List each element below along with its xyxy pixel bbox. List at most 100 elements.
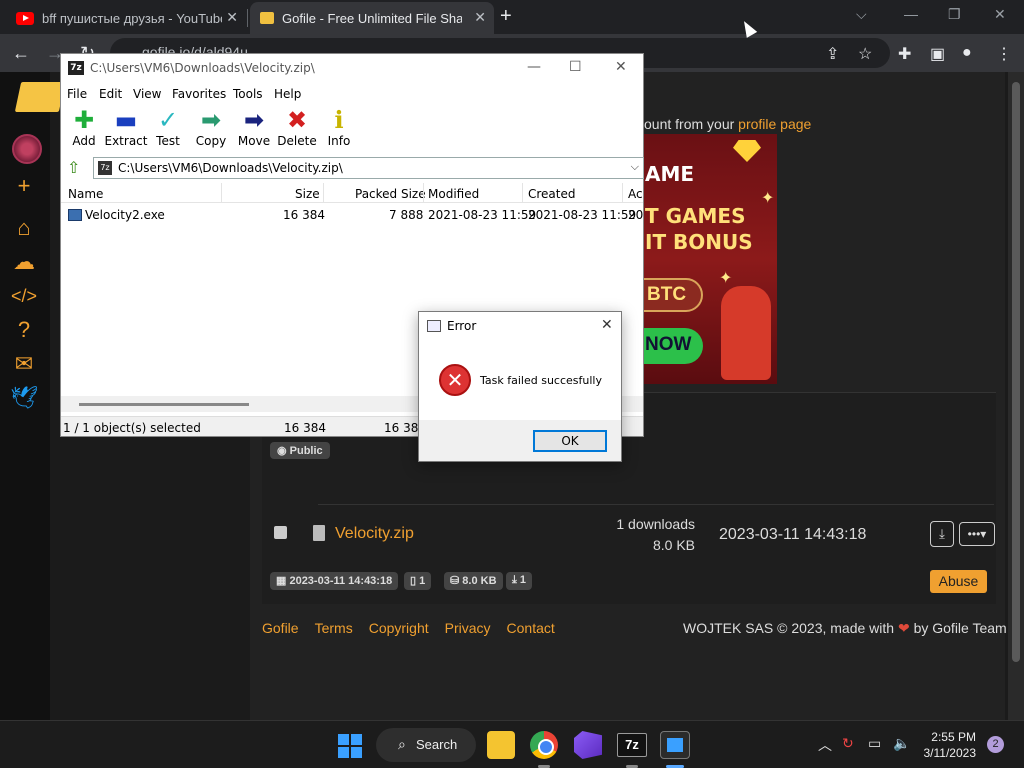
close-icon[interactable]: ✕ xyxy=(615,59,627,75)
footer-link-gofile[interactable]: Gofile xyxy=(262,620,299,636)
tab-separator xyxy=(247,9,248,27)
mail-icon[interactable]: ✉ xyxy=(10,350,38,378)
download-button[interactable]: ⤓ xyxy=(930,521,954,547)
menu-tools[interactable]: Tools xyxy=(233,87,263,101)
visual-studio-icon[interactable] xyxy=(574,731,602,759)
meta-date-badge: ▦ 2023-03-11 14:43:18 xyxy=(270,572,399,590)
table-row[interactable]: Velocity2.exe 16 384 7 888 2021-08-23 11… xyxy=(61,206,643,224)
tab-search-chevron-icon[interactable]: ⌵ xyxy=(856,6,867,23)
7zip-app-icon: 7z xyxy=(68,61,84,75)
code-icon[interactable]: </> xyxy=(10,282,38,310)
menu-file[interactable]: File xyxy=(67,87,87,101)
tab-gofile[interactable]: Gofile - Free Unlimited File Sharin ✕ xyxy=(250,2,494,34)
footer-link-contact[interactable]: Contact xyxy=(507,620,555,636)
file-explorer-icon[interactable] xyxy=(487,731,515,759)
tab-close-icon[interactable]: ✕ xyxy=(474,9,486,26)
menu-kebab-icon[interactable]: ⋮ xyxy=(996,44,1012,64)
maximize-icon[interactable]: ☐ xyxy=(569,59,582,75)
bookmark-star-icon[interactable]: ☆ xyxy=(858,44,872,64)
profile-page-link[interactable]: profile page xyxy=(738,116,811,132)
advertisement-banner[interactable]: AME T GAMES IT BONUS BTC NOW ✦ ✦ xyxy=(643,134,777,384)
7zip-title-bar[interactable]: 7z C:\Users\VM6\Downloads\Velocity.zip\ … xyxy=(61,54,643,82)
7zip-path-field[interactable]: 7z C:\Users\VM6\Downloads\Velocity.zip\ … xyxy=(93,157,644,179)
column-packed-size[interactable]: Packed Size xyxy=(355,187,426,201)
more-options-button[interactable]: •••▾ xyxy=(959,522,995,546)
zip-file-icon xyxy=(313,525,325,541)
chrome-icon[interactable] xyxy=(530,731,558,759)
column-separator[interactable] xyxy=(522,183,523,203)
row-size: 16 384 xyxy=(283,208,325,222)
gofile-logo[interactable] xyxy=(14,82,66,112)
column-separator[interactable] xyxy=(221,183,222,203)
share-icon[interactable]: ⇪ xyxy=(826,44,839,64)
move-icon: ➡ xyxy=(243,106,265,134)
tab-close-icon[interactable]: ✕ xyxy=(226,9,238,26)
close-icon[interactable]: ✕ xyxy=(601,317,613,333)
7zip-list-header: Name Size Packed Size Modified Created A… xyxy=(61,183,643,203)
up-folder-icon[interactable]: ⇧ xyxy=(67,158,85,178)
minimize-icon[interactable]: — xyxy=(904,6,918,22)
row-accessed: 20 xyxy=(628,208,644,222)
clock-date[interactable]: 3/11/2023 xyxy=(920,746,977,760)
copyright-text: WOJTEK SAS © 2023, made with ❤ by Gofile… xyxy=(683,620,1007,636)
test-icon: ✓ xyxy=(157,106,179,134)
page-scrollbar[interactable] xyxy=(1008,72,1024,720)
add-button[interactable]: ✚ Add xyxy=(61,106,107,148)
column-name[interactable]: Name xyxy=(68,187,103,201)
status-selected: 1 / 1 object(s) selected xyxy=(63,421,201,435)
extensions-icon[interactable]: ✚ xyxy=(898,44,911,64)
network-icon[interactable]: ▭ xyxy=(868,735,881,752)
column-accessed[interactable]: Ac xyxy=(628,187,643,201)
column-modified[interactable]: Modified xyxy=(428,187,479,201)
error-icon: ✕ xyxy=(439,364,471,396)
clock-time[interactable]: 2:55 PM xyxy=(924,730,976,744)
app-window-icon[interactable] xyxy=(660,731,690,759)
ok-button[interactable]: OK xyxy=(533,430,607,452)
column-separator[interactable] xyxy=(323,183,324,203)
volume-icon[interactable]: 🔈 xyxy=(893,735,910,752)
back-arrow-icon[interactable]: ← xyxy=(12,43,30,64)
menu-edit[interactable]: Edit xyxy=(99,87,122,101)
avatar[interactable] xyxy=(12,134,42,164)
footer-link-copyright[interactable]: Copyright xyxy=(369,620,429,636)
close-window-icon[interactable]: ✕ xyxy=(994,6,1006,23)
extract-button[interactable]: ▬ Extract xyxy=(103,106,149,148)
side-panel-icon[interactable]: ▣ xyxy=(930,44,945,64)
move-button[interactable]: ➡ Move xyxy=(231,106,277,148)
menu-favorites[interactable]: Favorites xyxy=(172,87,226,101)
scrollbar-thumb[interactable] xyxy=(79,403,249,406)
help-icon[interactable]: ? xyxy=(10,316,38,344)
copy-button[interactable]: ➡ Copy xyxy=(188,106,234,148)
footer-link-privacy[interactable]: Privacy xyxy=(445,620,491,636)
new-tab-icon[interactable]: + xyxy=(500,5,512,28)
column-created[interactable]: Created xyxy=(528,187,576,201)
scrollbar-thumb[interactable] xyxy=(1012,82,1020,662)
menu-help[interactable]: Help xyxy=(274,87,301,101)
chevron-up-icon[interactable]: ︿ xyxy=(818,735,832,755)
home-icon[interactable]: ⌂ xyxy=(10,214,38,242)
delete-button[interactable]: ✖ Delete xyxy=(274,106,320,148)
abuse-button[interactable]: Abuse xyxy=(930,570,987,593)
info-button[interactable]: ℹ Info xyxy=(316,106,362,148)
footer-link-terms[interactable]: Terms xyxy=(315,620,353,636)
twitter-icon[interactable]: 🕊 xyxy=(10,384,38,412)
minimize-icon[interactable]: — xyxy=(527,59,541,75)
plus-icon[interactable]: + xyxy=(10,172,38,200)
7zip-taskbar-icon[interactable]: 7z xyxy=(617,733,647,757)
column-size[interactable]: Size xyxy=(295,187,320,201)
file-select-checkbox[interactable] xyxy=(274,526,287,539)
notification-badge[interactable]: 2 xyxy=(987,736,1004,753)
menu-view[interactable]: View xyxy=(133,87,161,101)
update-icon[interactable]: ↻ xyxy=(842,735,854,752)
chevron-down-icon[interactable]: ⌵ xyxy=(631,160,639,174)
test-button[interactable]: ✓ Test xyxy=(145,106,191,148)
file-name-link[interactable]: Velocity.zip xyxy=(335,525,414,543)
tab-youtube[interactable]: bff пушистые друзья - YouTube ✕ xyxy=(6,2,246,34)
column-separator[interactable] xyxy=(622,183,623,203)
profile-icon[interactable]: ● xyxy=(962,44,972,62)
restore-icon[interactable]: ❐ xyxy=(948,6,961,23)
column-separator[interactable] xyxy=(423,183,424,203)
upload-cloud-icon[interactable]: ☁ xyxy=(10,248,38,276)
windows-start-icon[interactable] xyxy=(338,734,362,758)
taskbar-search-button[interactable]: ⌕ Search xyxy=(376,728,476,762)
